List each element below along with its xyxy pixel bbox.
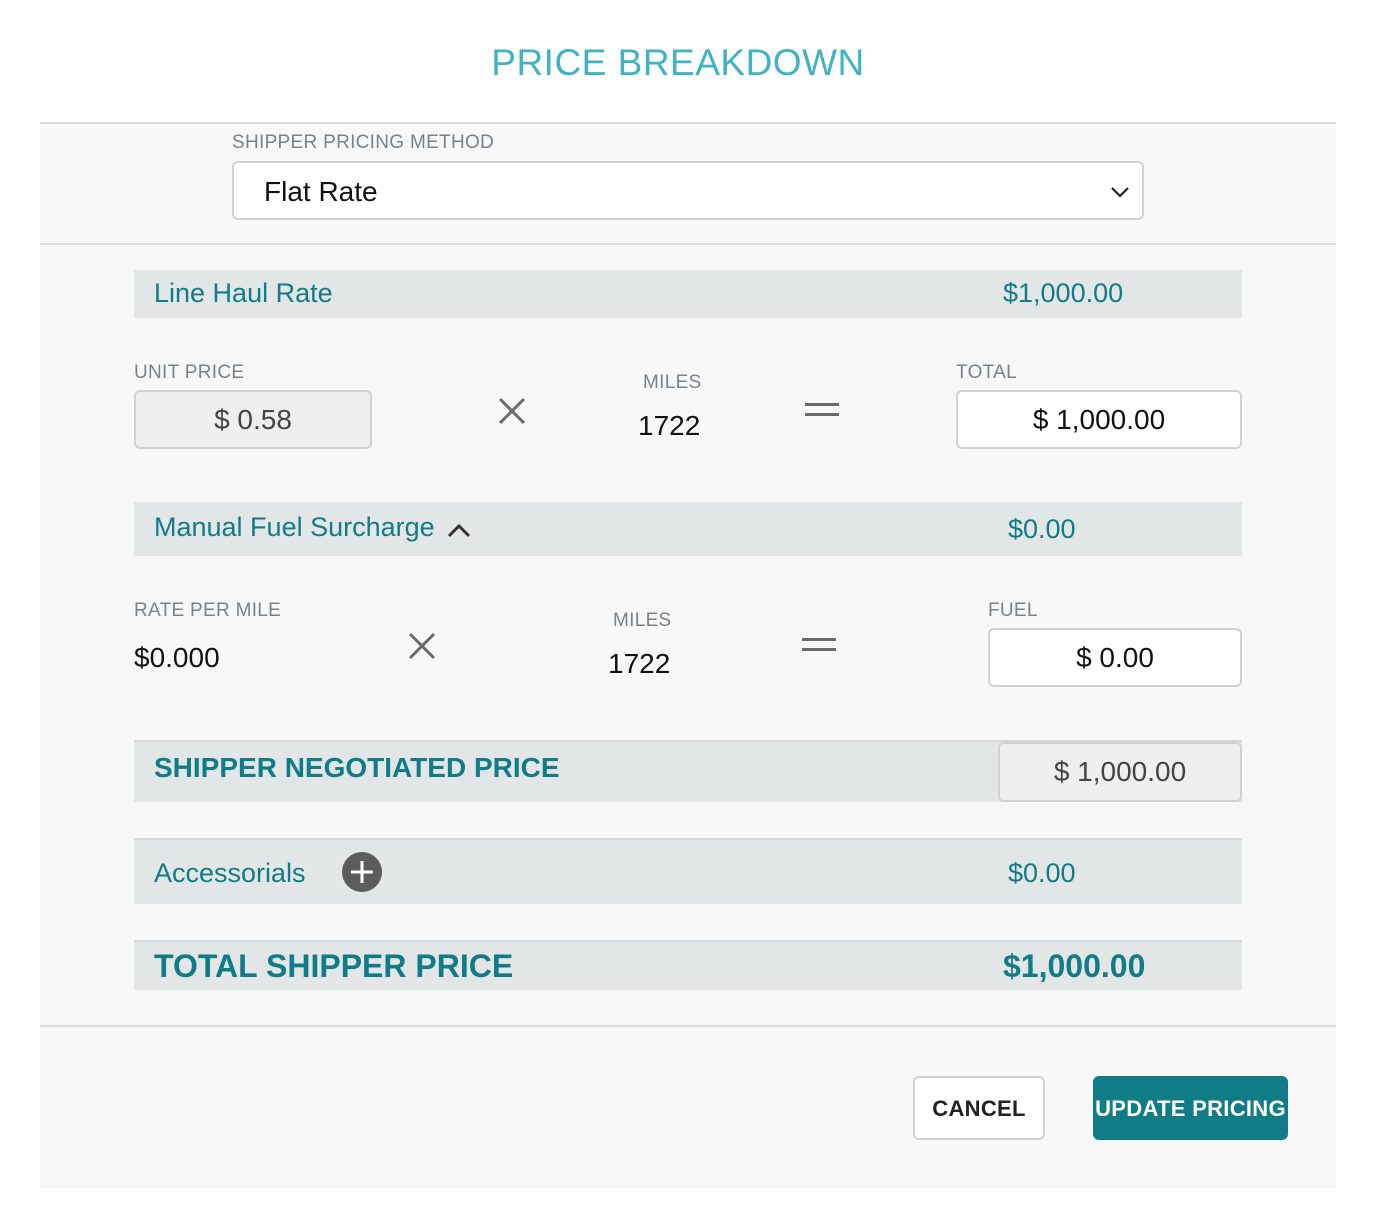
- section-divider: [40, 243, 1336, 245]
- line-haul-band: Line Haul Rate $1,000.00: [134, 270, 1242, 318]
- multiply-icon: [498, 397, 526, 425]
- fuel-surcharge-band[interactable]: Manual Fuel Surcharge $0.00: [134, 502, 1242, 556]
- cancel-button[interactable]: CANCEL: [913, 1076, 1045, 1140]
- line-haul-amount: $1,000.00: [1003, 278, 1124, 308]
- line-haul-miles: 1722: [638, 410, 701, 441]
- multiply-icon: [408, 632, 436, 660]
- plus-circle-icon: [351, 861, 373, 883]
- accessorials-band: Accessorials $0.00: [134, 838, 1242, 904]
- fuel-surcharge-label: Manual Fuel Surcharge: [154, 512, 435, 542]
- total-price-band: TOTAL SHIPPER PRICE $1,000.00: [134, 940, 1242, 990]
- fuel-miles: 1722: [608, 648, 671, 679]
- update-pricing-button[interactable]: UPDATE PRICING: [1093, 1076, 1288, 1140]
- line-haul-total-label: TOTAL: [956, 362, 1017, 383]
- accessorials-label: Accessorials: [154, 858, 306, 888]
- negotiated-price-label: SHIPPER NEGOTIATED PRICE: [154, 752, 560, 783]
- accessorials-amount: $0.00: [1008, 858, 1076, 888]
- rate-per-mile-label: RATE PER MILE: [134, 600, 282, 621]
- unit-price-label: UNIT PRICE: [134, 362, 245, 383]
- pricing-method-label: SHIPPER PRICING METHOD: [232, 132, 495, 153]
- line-haul-miles-label: MILES: [643, 372, 702, 393]
- equals-icon: [802, 638, 836, 651]
- line-haul-label: Line Haul Rate: [154, 278, 333, 308]
- rate-per-mile: $0.000: [134, 642, 220, 673]
- fuel-surcharge-amount: $0.00: [1008, 514, 1076, 544]
- pricing-method-select[interactable]: Flat Rate: [232, 161, 1144, 220]
- line-haul-total-field[interactable]: $ 1,000.00: [956, 390, 1242, 449]
- pricing-method-value: Flat Rate: [264, 176, 378, 207]
- chevron-down-icon: [1111, 187, 1129, 198]
- fuel-field[interactable]: $ 0.00: [988, 628, 1242, 687]
- fuel-miles-label: MILES: [613, 610, 672, 631]
- total-price-label: TOTAL SHIPPER PRICE: [154, 948, 514, 984]
- total-price-amount: $1,000.00: [1003, 948, 1146, 984]
- add-accessorial-button[interactable]: [342, 852, 382, 892]
- page-title: PRICE BREAKDOWN: [491, 42, 865, 83]
- negotiated-price-field[interactable]: $ 1,000.00: [998, 742, 1242, 802]
- footer-divider: [40, 1025, 1336, 1027]
- chevron-up-icon[interactable]: [447, 522, 471, 538]
- equals-icon: [805, 403, 839, 416]
- unit-price-field[interactable]: $ 0.58: [134, 390, 372, 449]
- fuel-label: FUEL: [988, 600, 1038, 621]
